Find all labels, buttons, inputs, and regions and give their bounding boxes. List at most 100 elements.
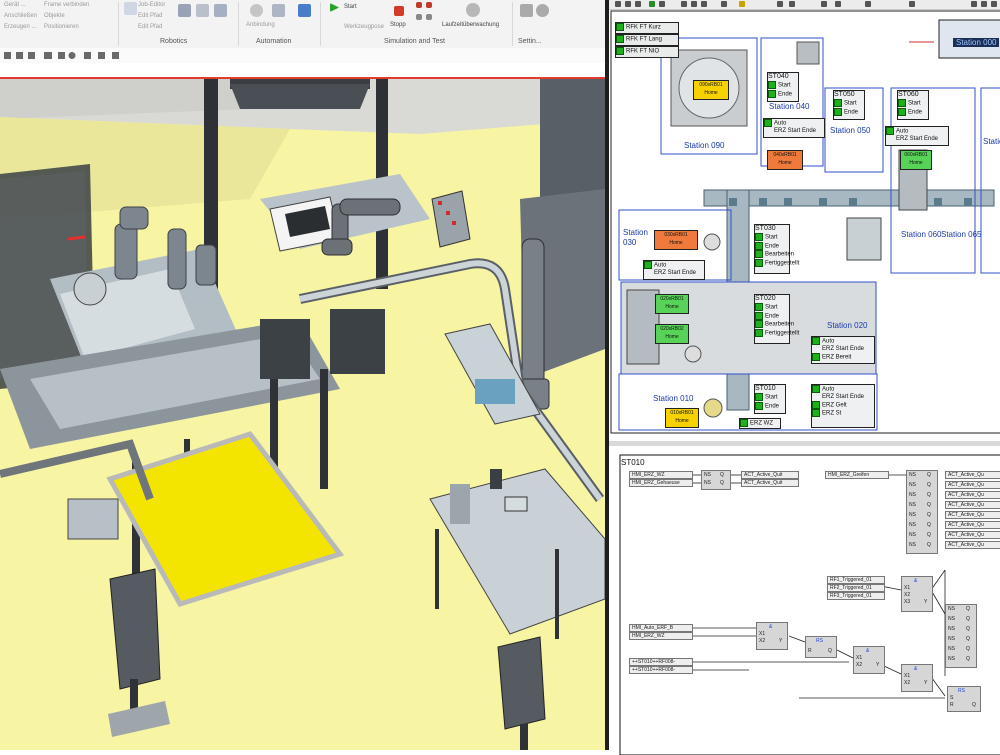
forward-icon[interactable]	[426, 14, 432, 20]
station-schematic[interactable]: RFK FT Kurz RFK FT Lang RFK FT NIO Stati…	[609, 10, 1000, 435]
robot-020a-status[interactable]: 020xRB01 Home	[655, 294, 689, 314]
play-icon[interactable]	[330, 3, 339, 12]
stop-button[interactable]: Stopp	[390, 22, 406, 28]
stop-icon[interactable]	[394, 6, 404, 16]
auto-020-block[interactable]: Auto ERZ Start Ende ERZ Bereit	[811, 336, 875, 364]
act-output[interactable]: ACT_Active_Qu	[945, 471, 1000, 479]
plant-3d-scene[interactable]	[0, 79, 605, 750]
auto-060-block[interactable]: Auto ERZ Start Ende	[885, 126, 949, 146]
trace-icon[interactable]	[466, 3, 480, 17]
robot-040-status[interactable]: 040xRB01 Home	[767, 150, 803, 170]
robot-job-button[interactable]: Job-Editor	[138, 2, 165, 8]
run-icon[interactable]	[649, 1, 655, 7]
monitor-icon[interactable]	[298, 4, 311, 17]
erz-wz-block[interactable]: ERZ WZ	[739, 418, 781, 429]
output-signal[interactable]: ACT_Active_Quit	[741, 479, 799, 487]
auto-040-block[interactable]: Auto ERZ Start Ende	[763, 118, 825, 138]
station-000-label[interactable]: Station 000	[953, 38, 1000, 47]
st060-block[interactable]: ST060 Start Ende	[897, 90, 929, 120]
logic-diagram[interactable]: ST010 HMI_ERZ_WZ HMI_ERZ_Gehaeuse HMI_ER…	[609, 441, 1000, 755]
move-icon[interactable]	[821, 1, 827, 7]
and-block-2[interactable]: & X1 X2 Y	[756, 622, 788, 650]
undo-icon[interactable]	[721, 1, 727, 7]
signal-in[interactable]: HMI_ERZ_WZ	[629, 632, 693, 640]
paste-icon[interactable]	[701, 1, 707, 7]
st020-block[interactable]: ST020 Start Ende Bearbeiten Fertiggestel…	[754, 294, 799, 344]
and-block-1[interactable]: & X1 X2 X3 Y	[901, 576, 933, 612]
3d-viewport[interactable]	[0, 79, 605, 750]
rfk-nio-button[interactable]: RFK FT NIO	[615, 46, 679, 58]
ribbon-item[interactable]: Frame verbinden	[44, 2, 89, 8]
trigger-signal[interactable]: RF2_Triggered_01	[827, 584, 885, 592]
zoom-fit-icon[interactable]	[981, 1, 987, 7]
signal-in[interactable]: HMI_ERZ_Gehaeuse	[629, 479, 693, 487]
probe-icon[interactable]	[739, 1, 745, 7]
plc-icon[interactable]	[272, 4, 285, 17]
act-output[interactable]: ACT_Active_Qu	[945, 541, 1000, 549]
signal-in[interactable]: HMI_ERZ_WZ	[629, 471, 693, 479]
robot-030-status[interactable]: 030xRB01 Home	[654, 230, 698, 250]
signal-in[interactable]: HMI_ERZ_Greifen	[825, 471, 889, 479]
act-output[interactable]: ACT_Active_Qu	[945, 481, 1000, 489]
options-icon[interactable]	[536, 4, 549, 17]
hand-icon[interactable]	[789, 1, 795, 7]
rfk-lang-button[interactable]: RFK FT Lang	[615, 34, 679, 46]
frame-icon[interactable]	[214, 4, 227, 17]
ns-block[interactable]: NS Q NS Q	[701, 470, 731, 490]
act-output[interactable]: ACT_Active_Qu	[945, 531, 1000, 539]
rfk-kurz-button[interactable]: RFK FT Kurz	[615, 22, 679, 34]
and-block-4[interactable]: & X1 X2 Y	[901, 664, 933, 692]
grid-icon[interactable]	[659, 1, 665, 7]
step-back-icon[interactable]	[416, 2, 422, 8]
new-icon[interactable]	[615, 1, 621, 7]
trigger-signal[interactable]: RF3_Triggered_01	[827, 592, 885, 600]
tool-icon[interactable]	[196, 4, 209, 17]
automation-item[interactable]: Anbindung	[246, 22, 275, 28]
settings-icon[interactable]	[991, 1, 997, 7]
edit-path-button-2[interactable]: Edit Pfad	[138, 24, 162, 30]
save-icon[interactable]	[635, 1, 641, 7]
start-button[interactable]: Start	[344, 4, 357, 10]
signal-in[interactable]: ++ST010++RF008-	[629, 658, 693, 666]
search-icon[interactable]	[971, 1, 977, 7]
ns-column[interactable]: NS Q NS Q NS Q NS Q NS Q NS Q NS Q NS Q	[906, 470, 938, 554]
signal-in[interactable]: HMI_Auto_ERF_B	[629, 624, 693, 632]
st010-block[interactable]: ST010 Start Ende	[754, 384, 786, 414]
auto-010-block[interactable]: Auto ERZ Start Ende ERZ Gelt ERZ St	[811, 384, 875, 428]
rewind-icon[interactable]	[416, 14, 422, 20]
quick-access-icons[interactable]	[0, 48, 605, 63]
st030-block[interactable]: ST030 Start Ende Bearbeiten Fertiggestel…	[754, 224, 799, 274]
robot-090-status[interactable]: 090xRB01 Home	[693, 80, 729, 100]
act-output[interactable]: ACT_Active_Qu	[945, 521, 1000, 529]
ribbon-item[interactable]: Positionieren	[44, 24, 79, 30]
ribbon-item[interactable]: Anschließen	[4, 13, 37, 19]
act-output[interactable]: ACT_Active_Qu	[945, 501, 1000, 509]
zoom-icon[interactable]	[835, 1, 841, 7]
trigger-signal[interactable]: RF1_Triggered_01	[827, 576, 885, 584]
robot-060-status[interactable]: 060xRB01 Home	[900, 150, 932, 170]
act-output[interactable]: ACT_Active_Qu	[945, 491, 1000, 499]
ribbon-item[interactable]: Gerät ...	[4, 2, 26, 8]
output-signal[interactable]: ACT_Active_Quit	[741, 471, 799, 479]
rs-block-1[interactable]: RS R Q	[805, 636, 837, 658]
pose-button[interactable]: Werkzeugpose	[344, 24, 384, 30]
st040-block[interactable]: ST040 Start Ende	[767, 72, 799, 102]
robot-010-status[interactable]: 010xRB01 Home	[665, 408, 699, 428]
align-icon[interactable]	[865, 1, 871, 7]
trace-button[interactable]: Laufzeitüberwachung	[442, 22, 499, 28]
rs-block-2[interactable]: RS S R Q	[947, 686, 981, 712]
copy-icon[interactable]	[691, 1, 697, 7]
open-icon[interactable]	[625, 1, 631, 7]
robot-icon[interactable]	[178, 4, 191, 17]
gear-icon[interactable]	[250, 4, 263, 17]
signal-in[interactable]: ++ST010++RF008-	[629, 666, 693, 674]
ribbon-item[interactable]: Erzeugen ...	[4, 24, 36, 30]
ns-column-2[interactable]: NS Q NS Q NS Q NS Q NS Q NS Q	[945, 604, 977, 668]
settings-icon[interactable]	[520, 4, 533, 17]
step-fwd-icon[interactable]	[426, 2, 432, 8]
edit-path-button[interactable]: Edit Pfad	[138, 13, 162, 19]
st050-block[interactable]: ST050 Start Ende	[833, 90, 865, 120]
and-block-3[interactable]: & X1 X2 Y	[853, 646, 885, 674]
cut-icon[interactable]	[681, 1, 687, 7]
link-icon[interactable]	[909, 1, 915, 7]
